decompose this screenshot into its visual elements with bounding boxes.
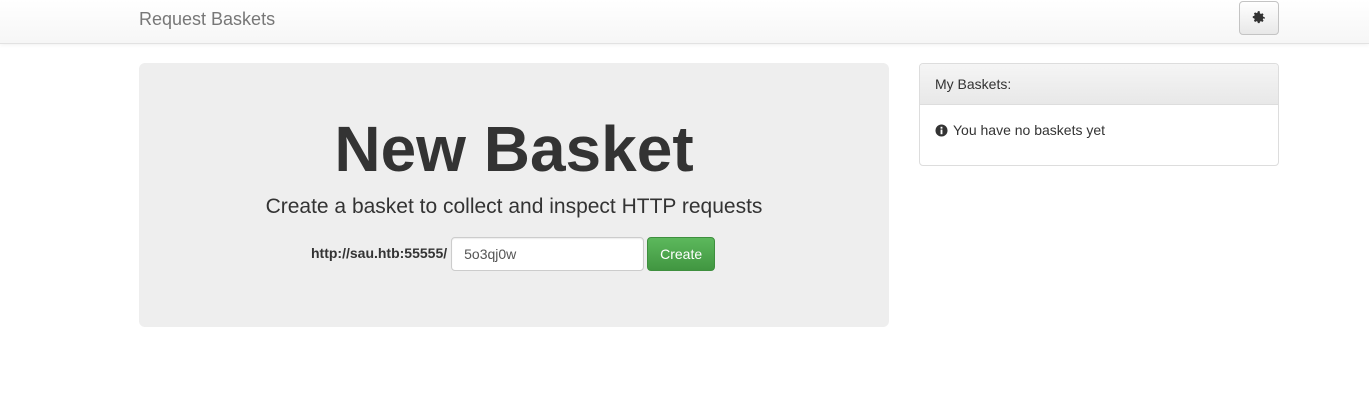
create-button[interactable]: Create [647, 237, 716, 271]
create-basket-form: http://sau.htb:55555/ Create [311, 237, 716, 271]
basket-url-prefix: http://sau.htb:55555/ [311, 245, 448, 261]
gear-icon [1252, 11, 1265, 24]
empty-baskets-message: You have no baskets yet [953, 122, 1106, 138]
info-circle-icon [935, 123, 948, 137]
page-subtitle: Create a basket to collect and inspect H… [265, 195, 763, 218]
new-basket-jumbotron: New Basket Create a basket to collect an… [139, 63, 889, 327]
settings-button[interactable] [1239, 1, 1279, 35]
my-baskets-heading: My Baskets: [920, 64, 1278, 105]
basket-name-input[interactable] [451, 237, 645, 271]
page-title: New Basket [334, 113, 694, 185]
top-navbar: Request Baskets [0, 0, 1369, 44]
brand-link[interactable]: Request Baskets [139, 9, 275, 30]
my-baskets-body: You have no baskets yet [920, 105, 1278, 155]
my-baskets-panel: My Baskets: You have no baskets yet [919, 63, 1279, 166]
